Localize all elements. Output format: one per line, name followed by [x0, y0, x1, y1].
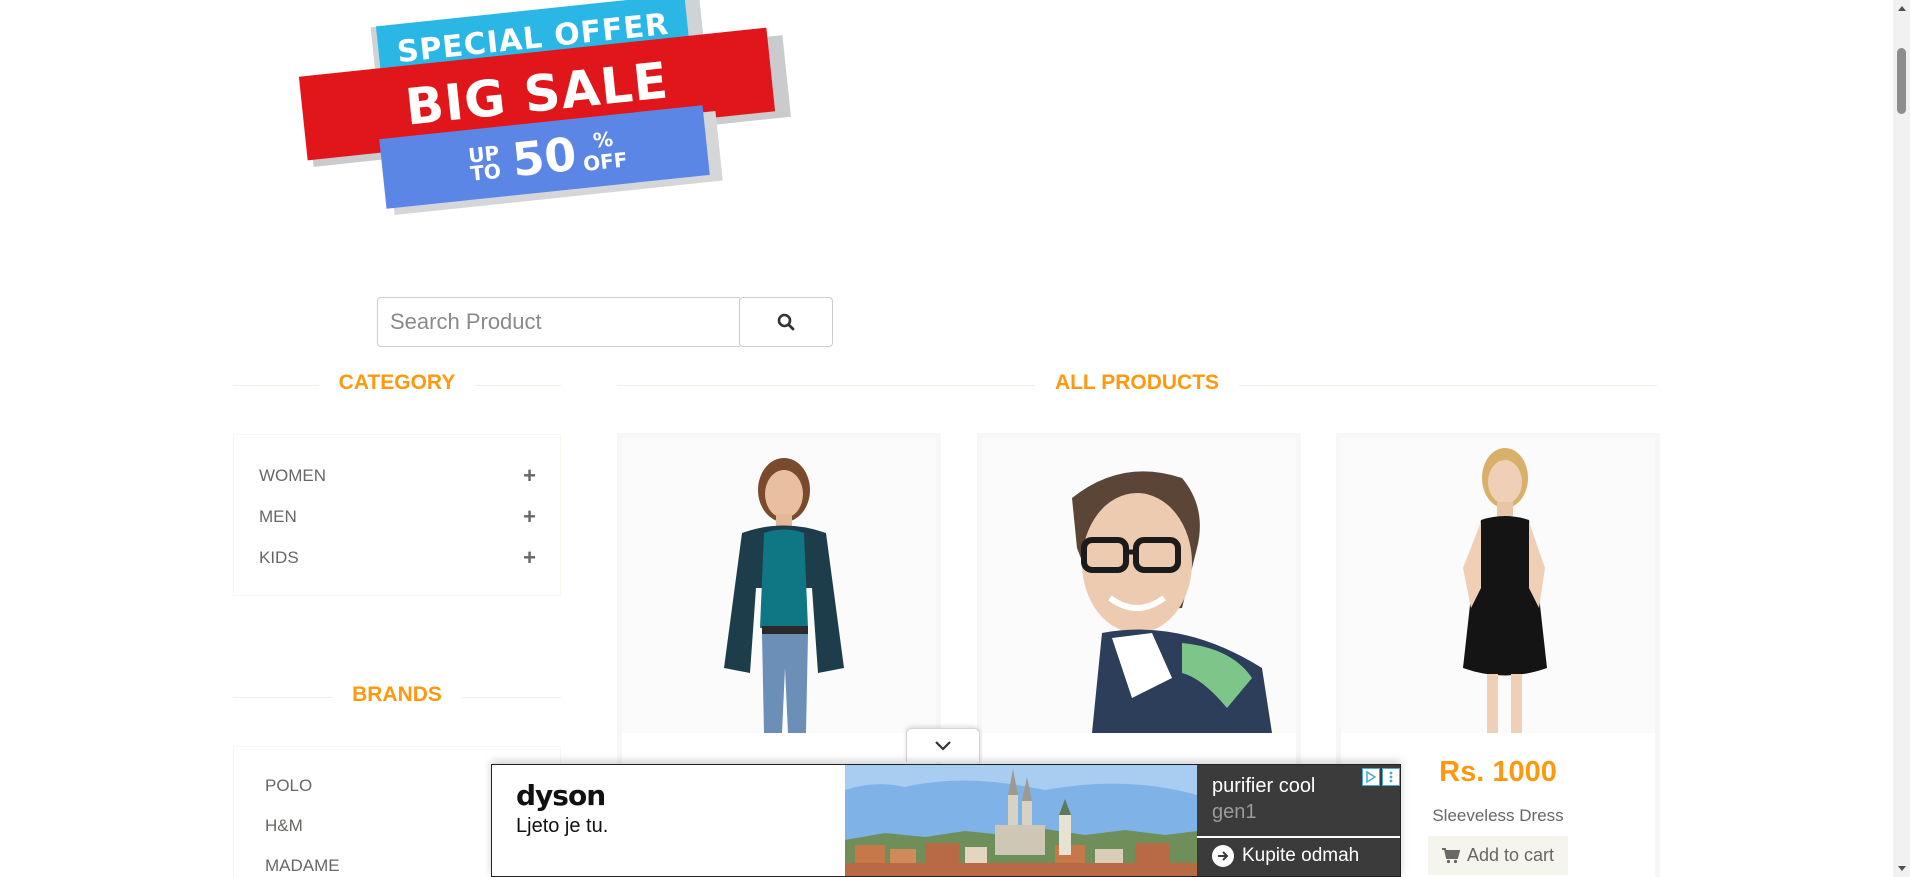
category-panel: WOMEN + MEN + KIDS + — [233, 434, 561, 596]
category-item-men[interactable]: MEN + — [234, 504, 560, 530]
cart-icon — [1441, 847, 1460, 863]
ad-city-photo — [845, 765, 1197, 876]
search-button[interactable] — [739, 297, 833, 347]
search-input[interactable] — [377, 297, 740, 347]
ad-product-generation: gen1 — [1212, 801, 1257, 823]
ad-buy-now-button[interactable]: Kupite odmah — [1212, 845, 1359, 867]
scroll-up-arrow-icon[interactable] — [1893, 0, 1910, 17]
page-scrollbar[interactable] — [1893, 0, 1910, 877]
plus-icon[interactable]: + — [523, 545, 536, 571]
ad-banner[interactable]: dyson Ljeto je tu. purifier cool gen1 Ku… — [491, 764, 1401, 877]
category-item-kids[interactable]: KIDS + — [234, 545, 560, 571]
ad-cta-panel: purifier cool gen1 Kupite odmah — [1197, 765, 1400, 876]
add-to-cart-button[interactable]: Add to cart — [1427, 836, 1569, 875]
ad-collapse-button[interactable] — [906, 728, 980, 762]
brands-title: BRANDS — [233, 683, 561, 707]
ad-product-name: purifier cool — [1212, 775, 1316, 797]
category-item-women[interactable]: WOMEN + — [234, 463, 560, 489]
product-image[interactable] — [1341, 438, 1655, 733]
all-products-title: ALL PRODUCTS — [617, 371, 1657, 395]
adchoices-icon[interactable] — [1362, 768, 1380, 786]
plus-icon[interactable]: + — [523, 463, 536, 489]
chevron-down-icon — [935, 740, 951, 751]
scroll-down-arrow-icon[interactable] — [1893, 860, 1910, 877]
product-image[interactable] — [982, 438, 1296, 733]
plus-icon[interactable]: + — [523, 504, 536, 530]
brand-item-madame[interactable]: MADAME — [265, 856, 340, 876]
arrow-right-icon — [1212, 845, 1234, 867]
ad-menu-icon[interactable] — [1382, 768, 1400, 786]
brand-item-polo[interactable]: POLO — [265, 776, 312, 796]
scrollbar-thumb[interactable] — [1897, 48, 1906, 114]
category-title: CATEGORY — [233, 371, 561, 395]
sale-banner: SPECIAL OFFER BIG SALE UP TO 50 % OFF — [298, 0, 791, 216]
product-image[interactable] — [622, 438, 936, 733]
ad-brand: dyson — [516, 779, 606, 812]
search-bar — [377, 297, 833, 347]
brand-item-hm[interactable]: H&M — [265, 816, 303, 836]
search-icon — [777, 313, 795, 331]
ad-slogan: Ljeto je tu. — [516, 815, 609, 837]
